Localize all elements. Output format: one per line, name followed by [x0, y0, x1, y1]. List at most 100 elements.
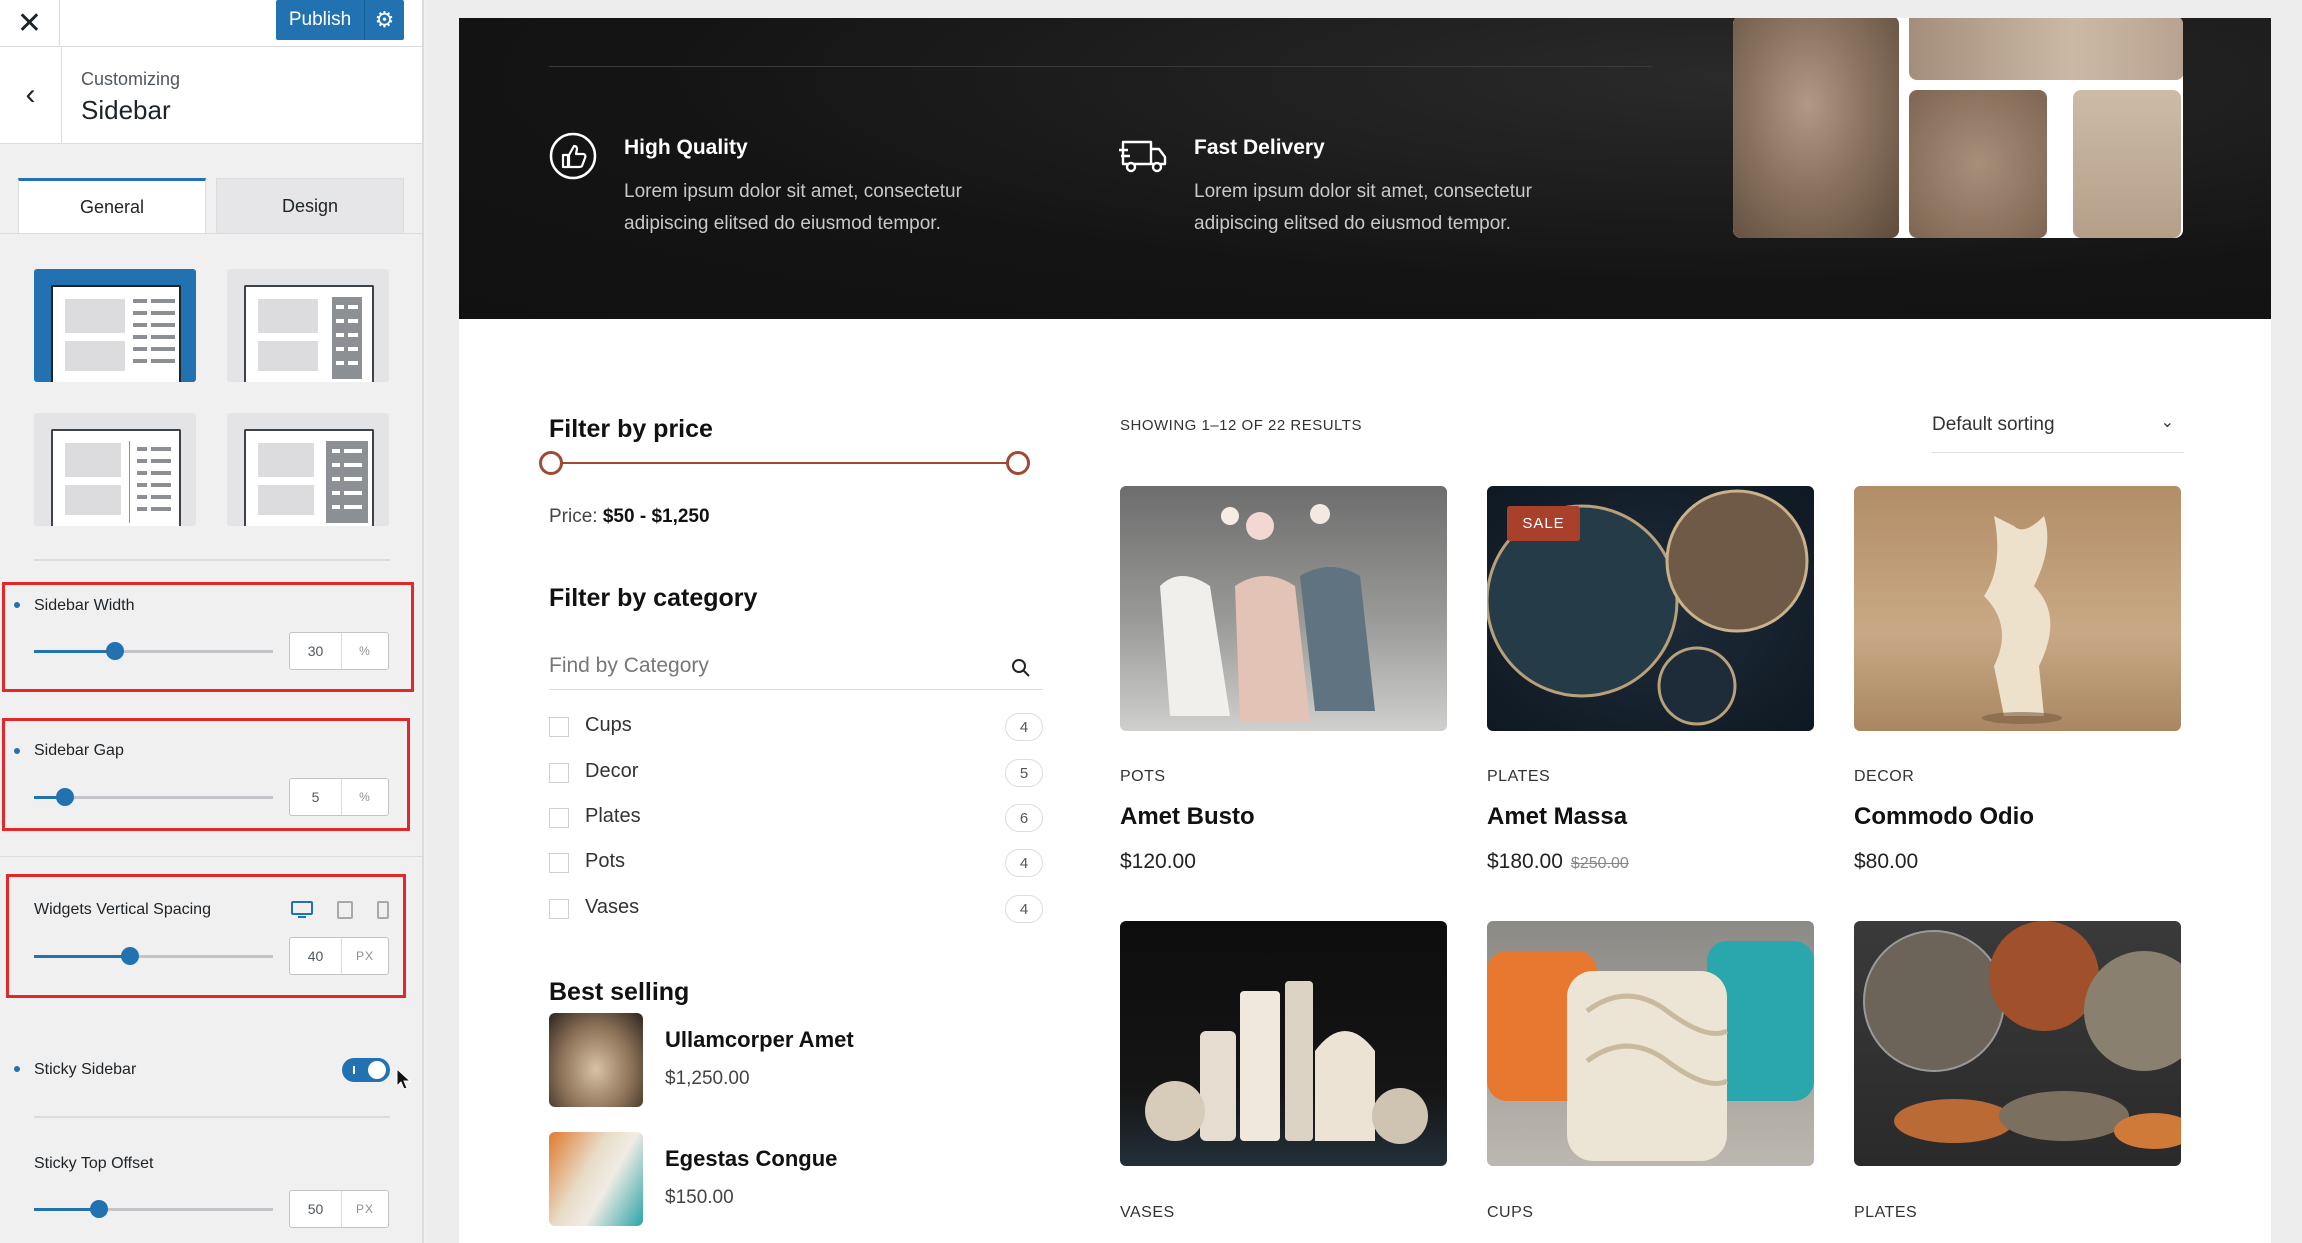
breadcrumb: Customizing [81, 69, 181, 89]
product-name[interactable]: Amet Massa [1487, 803, 1627, 831]
widgets-spacing-value[interactable]: 40 [290, 938, 342, 974]
unit-toggle[interactable]: % [342, 779, 388, 815]
sidebar-width-value[interactable]: 30 [290, 633, 342, 669]
tabs-divider [0, 233, 422, 234]
layout-option-left-sidebar[interactable] [34, 269, 196, 382]
category-item-plates[interactable]: Plates 6 [549, 803, 1043, 833]
product-image[interactable]: SALE [1487, 486, 1814, 731]
category-name: Vases [585, 896, 640, 918]
category-search-input[interactable]: Find by Category [549, 646, 1043, 690]
checkbox[interactable] [549, 853, 569, 873]
layout-preview [244, 429, 374, 526]
widgets-spacing-slider[interactable] [34, 955, 273, 958]
sticky-offset-value[interactable]: 50 [290, 1191, 342, 1227]
sorting-select[interactable]: Default sorting ⌄ [1932, 410, 2184, 453]
product-image[interactable] [1854, 921, 2181, 1166]
sidebar-gap-input[interactable]: 5 % [289, 778, 389, 816]
category-item-cups[interactable]: Cups 4 [549, 712, 1043, 742]
product-name[interactable]: Commodo Odio [1854, 803, 2034, 831]
unit-toggle[interactable]: PX [342, 1191, 388, 1227]
product-image[interactable] [1120, 921, 1447, 1166]
sidebar-width-label: Sidebar Width [34, 597, 135, 614]
product-price: $1,250.00 [665, 1068, 750, 1089]
sidebar-width-slider[interactable] [34, 650, 273, 653]
layout-preview [51, 285, 181, 382]
divider [34, 559, 390, 561]
product-image[interactable] [1120, 486, 1447, 731]
shop-page: High Quality Lorem ipsum dolor sit amet,… [459, 18, 2271, 1243]
feature-title: High Quality [624, 136, 748, 159]
unit-toggle[interactable]: % [342, 633, 388, 669]
publish-group: Publish ⚙ [276, 0, 404, 40]
publish-button[interactable]: Publish [276, 0, 364, 40]
customizer-topbar: ✕ Publish ⚙ [0, 0, 422, 47]
gear-icon[interactable]: ⚙ [364, 0, 404, 40]
tablet-icon[interactable] [336, 900, 354, 925]
checkbox[interactable] [549, 763, 569, 783]
sticky-sidebar-label: Sticky Sidebar [34, 1061, 137, 1078]
product-name[interactable]: Ullamcorper Amet [665, 1027, 854, 1053]
product-image[interactable] [1487, 921, 1814, 1166]
search-icon[interactable] [1011, 658, 1031, 683]
sidebar-gap-value[interactable]: 5 [290, 779, 342, 815]
sticky-offset-input[interactable]: 50 PX [289, 1190, 389, 1228]
layout-option-right-sidebar[interactable] [227, 269, 389, 382]
sale-badge: SALE [1507, 506, 1580, 541]
divider [0, 856, 422, 857]
category-name: Plates [585, 805, 641, 827]
chevron-down-icon: ⌄ [2160, 414, 2174, 431]
sidebar-gap-thumb[interactable] [56, 788, 75, 806]
price-label: Price: [549, 506, 598, 527]
results-count: SHOWING 1–12 OF 22 RESULTS [1120, 417, 1362, 434]
desktop-icon[interactable] [290, 900, 314, 925]
product-price: $120.00 [1120, 850, 1196, 873]
mobile-icon[interactable] [376, 900, 390, 925]
widgets-spacing-input[interactable]: 40 PX [289, 937, 389, 975]
sticky-offset-thumb[interactable] [89, 1200, 108, 1218]
tab-design[interactable]: Design [216, 178, 404, 234]
back-chevron-icon[interactable]: ‹ [0, 47, 62, 143]
price-max-handle[interactable] [1006, 451, 1030, 475]
checkbox[interactable] [549, 808, 569, 828]
tab-general[interactable]: General [18, 178, 206, 234]
product-name[interactable]: Amet Busto [1120, 803, 1255, 831]
product-price: $150.00 [665, 1187, 734, 1208]
layout-preview [51, 429, 181, 526]
best-selling-item[interactable]: Ullamcorper Amet $1,250.00 [549, 1013, 1049, 1107]
close-icon[interactable]: ✕ [0, 0, 60, 47]
category-search-placeholder: Find by Category [549, 654, 709, 677]
sidebar-width-input[interactable]: 30 % [289, 632, 389, 670]
best-selling-item[interactable]: Egestas Congue $150.00 [549, 1132, 1049, 1226]
layout-option-right-sidebar-boxed[interactable] [227, 413, 389, 526]
unit-toggle[interactable]: PX [342, 938, 388, 974]
widgets-spacing-thumb[interactable] [120, 947, 139, 965]
sticky-sidebar-toggle[interactable] [342, 1058, 390, 1082]
product-name[interactable]: Egestas Congue [665, 1146, 837, 1172]
category-item-vases[interactable]: Vases 4 [549, 894, 1043, 924]
checkbox[interactable] [549, 899, 569, 919]
product-thumbnail[interactable] [549, 1013, 643, 1107]
checkbox[interactable] [549, 717, 569, 737]
divider [34, 1116, 390, 1118]
category-item-decor[interactable]: Decor 5 [549, 758, 1043, 788]
tab-bar: General Design [18, 178, 406, 234]
section-header: ‹ Customizing Sidebar [0, 47, 422, 144]
layout-preview [244, 285, 374, 382]
price-min-handle[interactable] [539, 451, 563, 475]
product-price: $80.00 [1854, 850, 1919, 873]
product-thumbnail[interactable] [549, 1132, 643, 1226]
sidebar-gap-label: Sidebar Gap [34, 742, 124, 759]
thumbs-up-icon [548, 131, 598, 186]
product-category: CUPS [1487, 1204, 1534, 1221]
price-range-text: Price: $50 - $1,250 [549, 506, 710, 528]
sticky-offset-slider[interactable] [34, 1208, 273, 1211]
product-image[interactable] [1854, 486, 2181, 731]
product-price: $180.00 $250.00 [1487, 850, 1629, 874]
category-name: Cups [585, 714, 632, 736]
toggle-on-mark [353, 1066, 355, 1074]
modified-dot [14, 748, 20, 754]
price-range-slider[interactable] [549, 462, 1017, 464]
category-item-pots[interactable]: Pots 4 [549, 848, 1043, 878]
product-category: DECOR [1854, 768, 1915, 785]
layout-option-left-sidebar-boxed[interactable] [34, 413, 196, 526]
